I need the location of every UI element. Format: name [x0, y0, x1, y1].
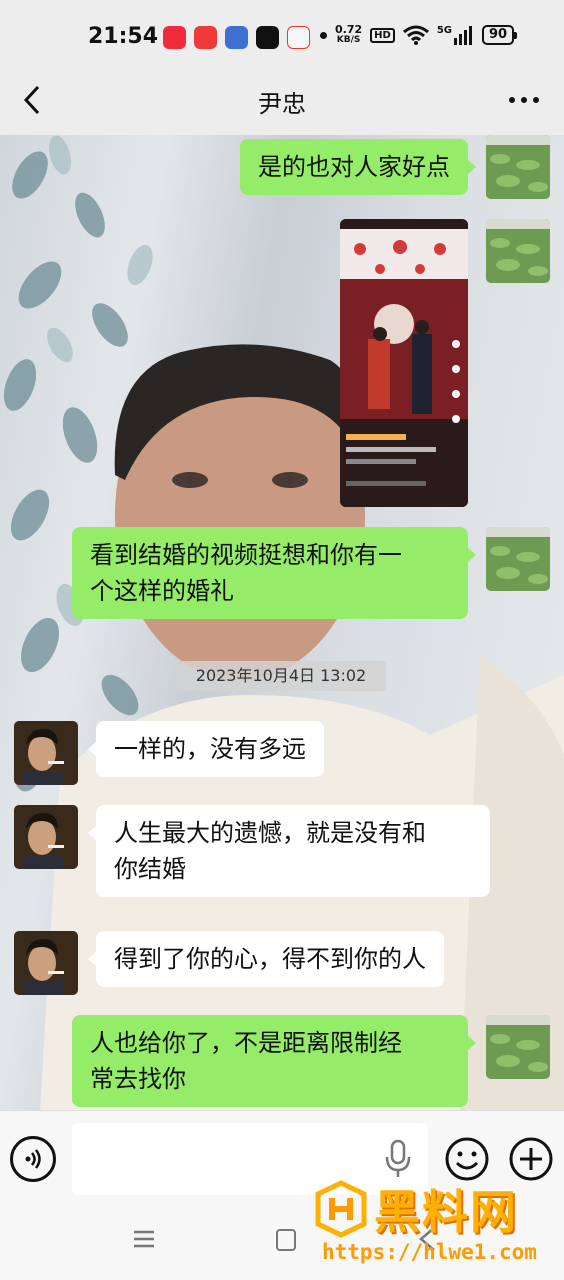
message-bubble-sent[interactable]: 是的也对人家好点 — [240, 139, 476, 195]
lotus-field-avatar-image — [486, 1015, 550, 1079]
watermark-logo-icon — [315, 1180, 367, 1238]
message-text-line: 人也给你了，不是距离限制经 — [90, 1029, 402, 1057]
battery-indicator: 90 — [481, 25, 518, 45]
status-time: 21:54 — [88, 24, 159, 49]
status-bar: 21:54 0.72 KB/S HD 5G 90 — [0, 0, 564, 70]
red-app-icon — [163, 26, 186, 49]
blue-app-icon — [225, 26, 248, 49]
message-text-line: 你结婚 — [114, 855, 186, 883]
my-avatar[interactable] — [486, 219, 550, 283]
microphone-icon[interactable] — [384, 1139, 412, 1179]
lotus-field-avatar-image — [486, 135, 550, 199]
network-speed-value: 0.72 — [335, 23, 363, 36]
contact-avatar[interactable] — [14, 931, 78, 995]
notification-dot-icon — [320, 31, 327, 39]
message-text-line: 人生最大的遗憾，就是没有和 — [114, 819, 426, 847]
home-button[interactable] — [276, 1229, 296, 1251]
message-text-line: 常去找你 — [90, 1065, 186, 1093]
network-speed: 0.72 KB/S — [335, 24, 362, 46]
more-dots-icon — [509, 97, 539, 103]
man-smoking-avatar-image — [14, 805, 78, 869]
message-text-line: 个这样的婚礼 — [90, 577, 234, 605]
network-type: 5G — [436, 25, 452, 36]
music-app-icon — [194, 26, 217, 49]
voice-mode-button[interactable] — [10, 1136, 56, 1182]
watermark-url: https://hlwe1.com — [322, 1240, 537, 1264]
chat-title: 尹忠 — [258, 90, 306, 118]
contact-avatar[interactable] — [14, 805, 78, 869]
notification-app-icons — [163, 26, 310, 49]
clown-app-icon — [287, 26, 310, 49]
message-bubble-received[interactable]: 人生最大的遗憾，就是没有和 你结婚 — [88, 805, 490, 897]
wedding-video-thumbnail — [340, 219, 468, 507]
signal-indicator: 5G — [437, 25, 474, 45]
chat-area[interactable]: 是的也对人家好点 看到结婚的视频挺想和你有一 个这样的婚礼 2023年10月4日… — [0, 135, 564, 1110]
my-avatar[interactable] — [486, 527, 550, 591]
man-smoking-avatar-image — [14, 721, 78, 785]
lotus-field-avatar-image — [486, 527, 550, 591]
watermark-brand: 黑料网 — [374, 1185, 518, 1239]
network-speed-unit: KB/S — [336, 35, 361, 45]
man-smoking-avatar-image — [14, 931, 78, 995]
chat-header: 尹忠 — [0, 70, 564, 135]
message-text: 是的也对人家好点 — [258, 153, 450, 181]
hd-badge: HD — [370, 27, 395, 43]
chat-timestamp: 2023年10月4日 13:02 — [176, 661, 386, 691]
wifi-icon — [402, 25, 429, 45]
lotus-field-avatar-image — [486, 219, 550, 283]
message-bubble-sent[interactable]: 看到结婚的视频挺想和你有一 个这样的婚礼 — [72, 527, 476, 619]
contact-avatar[interactable] — [14, 721, 78, 785]
my-avatar[interactable] — [486, 135, 550, 199]
recent-apps-icon[interactable] — [132, 1227, 156, 1251]
message-text: 一样的，没有多远 — [114, 735, 306, 763]
message-text: 得到了你的心，得不到你的人 — [114, 945, 426, 973]
my-avatar[interactable] — [486, 1015, 550, 1079]
message-text-line: 看到结婚的视频挺想和你有一 — [90, 541, 402, 569]
status-indicators: 0.72 KB/S HD 5G 90 — [320, 24, 518, 46]
video-message[interactable] — [340, 219, 468, 507]
tiktok-icon — [256, 26, 279, 49]
signal-bars-icon — [453, 26, 472, 45]
message-bubble-received[interactable]: 得到了你的心，得不到你的人 — [88, 931, 444, 987]
message-bubble-received[interactable]: 一样的，没有多远 — [88, 721, 324, 777]
voice-waves-icon — [25, 1149, 41, 1169]
message-bubble-sent[interactable]: 人也给你了，不是距离限制经 常去找你 — [72, 1015, 476, 1107]
more-options-button[interactable] — [504, 82, 544, 118]
